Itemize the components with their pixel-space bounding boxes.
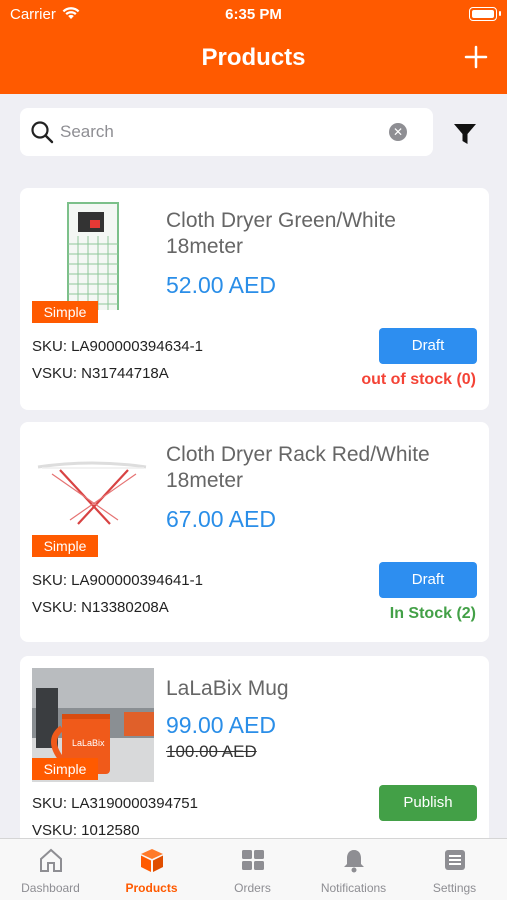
plus-icon xyxy=(464,45,488,69)
product-card[interactable]: LaLaBix Simple LaLaBix Mug 99.00 AED 100… xyxy=(20,656,489,838)
product-sku: SKU: LA900000394634-1 xyxy=(32,338,203,355)
grid-icon xyxy=(242,850,264,870)
box-icon xyxy=(141,849,163,872)
publish-button[interactable]: Publish xyxy=(379,785,477,821)
search-bar: ✕ xyxy=(20,108,433,156)
bell-icon xyxy=(344,850,364,873)
product-vsku: VSKU: N13380208A xyxy=(32,599,169,616)
funnel-icon xyxy=(454,124,476,144)
tab-orders[interactable]: Orders xyxy=(202,839,303,900)
product-sku: SKU: LA3190000394751 xyxy=(32,795,198,812)
search-icon xyxy=(30,120,54,149)
product-name: Cloth Dryer Rack Red/White 18meter xyxy=(166,443,430,492)
home-icon xyxy=(40,848,62,872)
battery-icon xyxy=(469,7,501,21)
tab-settings[interactable]: Settings xyxy=(404,839,505,900)
stock-status: In Stock (2) xyxy=(389,605,476,622)
product-image-cloth-dryer xyxy=(32,200,154,310)
product-sku: SKU: LA900000394641-1 xyxy=(32,572,203,589)
product-price: 52.00 AED xyxy=(166,272,276,298)
list-icon xyxy=(445,850,465,870)
tab-label: Dashboard xyxy=(21,881,80,895)
product-list: Simple Cloth Dryer Green/White 18meter 5… xyxy=(0,188,507,838)
product-vsku: VSKU: N31744718A xyxy=(32,365,169,382)
clear-icon[interactable]: ✕ xyxy=(389,123,407,141)
product-price: 67.00 AED xyxy=(166,506,276,532)
draft-button[interactable]: Draft xyxy=(379,328,477,364)
product-old-price: 100.00 AED xyxy=(166,742,257,761)
product-type-badge: Simple xyxy=(32,301,98,323)
product-price: 99.00 AED xyxy=(166,712,276,738)
product-card[interactable]: Simple Cloth Dryer Rack Red/White 18mete… xyxy=(20,422,489,642)
product-name: LaLaBix Mug xyxy=(166,677,289,700)
product-type-badge: Simple xyxy=(32,535,98,557)
tab-label: Products xyxy=(125,881,178,895)
mug-print: LaLaBix xyxy=(72,738,105,748)
tab-label: Settings xyxy=(432,881,477,895)
page-title: Products xyxy=(201,44,306,71)
tab-products[interactable]: Products xyxy=(101,839,202,900)
add-product-button[interactable] xyxy=(463,44,489,70)
product-vsku: VSKU: 1012580 xyxy=(32,822,140,838)
product-image-cloth-rack xyxy=(32,434,154,544)
tab-notifications[interactable]: Notifications xyxy=(303,839,404,900)
status-bar: Carrier 6:35 PM xyxy=(0,5,507,25)
nav-bar: Carrier 6:35 PM Products xyxy=(0,0,507,94)
product-name: Cloth Dryer Green/White 18meter xyxy=(166,209,396,258)
stock-status: out of stock (0) xyxy=(361,371,476,388)
tab-bar: Dashboard Products Orders Notifications … xyxy=(0,838,507,900)
product-type-badge: Simple xyxy=(32,758,98,780)
tab-label: Orders xyxy=(234,881,271,895)
tab-dashboard[interactable]: Dashboard xyxy=(0,839,101,900)
tab-label: Notifications xyxy=(320,881,387,895)
draft-button[interactable]: Draft xyxy=(379,562,477,598)
filter-button[interactable] xyxy=(453,123,477,150)
clock-label: 6:35 PM xyxy=(225,6,282,23)
search-input[interactable] xyxy=(60,118,390,146)
product-card[interactable]: Simple Cloth Dryer Green/White 18meter 5… xyxy=(20,188,489,410)
